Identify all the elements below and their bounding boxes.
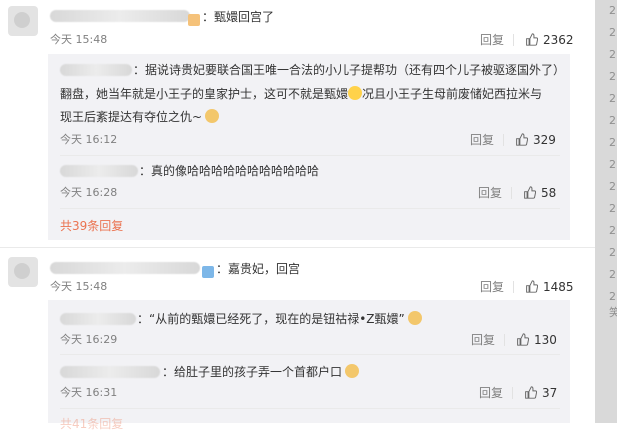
view-more-replies-link[interactable]: 共41条回复 [60, 417, 123, 431]
strip-item: 2 [609, 48, 616, 61]
sub-reply-text: ：“从前的甄嬛已经死了，现在的是钮祜禄•Z甄嬛” [137, 311, 422, 327]
username-redacted[interactable] [50, 10, 190, 22]
reply-button[interactable]: 回复 [479, 386, 503, 400]
comment-text: ：甄嬛回宫了 [202, 10, 275, 24]
thumbs-up-icon [526, 33, 539, 46]
divider [60, 155, 560, 156]
strip-item: 2 [609, 202, 616, 215]
separator [513, 34, 514, 46]
like-button[interactable]: 37 [524, 386, 557, 400]
divider [60, 354, 560, 355]
like-button[interactable]: 329 [515, 133, 556, 147]
thumbs-up-icon [516, 133, 529, 146]
comment-time: 今天 15:48 [50, 33, 108, 46]
like-count: 1485 [543, 280, 574, 294]
separator [511, 187, 512, 199]
thumbs-up-icon [524, 186, 537, 199]
sub-reply-panel [48, 54, 570, 240]
reply-button[interactable]: 回复 [471, 333, 495, 347]
reply-button[interactable]: 回复 [480, 280, 504, 294]
sub-reply-text-line3: 现王后紊提达有夺位之仇~ [60, 109, 220, 125]
sub-reply-text: ：真的像哈哈哈哈哈哈哈哈哈哈哈 [139, 164, 320, 178]
strip-item: 2 [609, 224, 616, 237]
like-count: 37 [542, 386, 558, 400]
separator [513, 281, 514, 293]
sub-reply-time: 今天 16:12 [60, 133, 118, 146]
username-redacted[interactable] [60, 366, 160, 378]
thumbs-up-icon [525, 386, 538, 399]
strip-item: 2 [609, 26, 616, 39]
member-badge-icon [188, 10, 200, 29]
strip-item: 2 [609, 92, 616, 105]
sub-reply-text-line2: 翻盘，她当年就是小王子的皇家护士，这可不就是甄嬛 况且小王子生母前废储妃西拉米与 [60, 86, 543, 101]
strip-item: 笑 [609, 306, 617, 319]
doge-emoji-icon [345, 364, 360, 378]
reply-button[interactable]: 回复 [470, 133, 494, 147]
reply-button[interactable]: 回复 [478, 186, 502, 200]
strip-item: 2 [609, 290, 616, 303]
separator [503, 134, 504, 146]
separator [512, 387, 513, 399]
comment-time: 今天 15:48 [50, 280, 108, 293]
strip-item: 2 [609, 136, 616, 149]
sub-reply-time: 今天 16:31 [60, 386, 118, 399]
avatar[interactable] [8, 6, 38, 36]
username-redacted[interactable] [60, 165, 138, 177]
avatar[interactable] [8, 257, 38, 287]
sub-reply-text: ：据说诗贵妃要联合国王唯一合法的小儿子提帮功（还有四个儿子被驱逐国外了） [133, 63, 566, 77]
username-redacted[interactable] [60, 313, 136, 325]
strip-item: 2 [609, 268, 616, 281]
divider [60, 208, 560, 209]
member-badge-icon [202, 262, 214, 281]
strip-item: 2 [609, 246, 616, 259]
sub-reply-text: ：给肚子里的孩子弄一个首都户口 [162, 364, 360, 380]
strip-item: 2 [609, 180, 616, 193]
like-count: 58 [541, 186, 557, 200]
like-count: 2362 [543, 33, 574, 47]
reply-button[interactable]: 回复 [480, 33, 504, 47]
sub-reply-time: 今天 16:29 [60, 333, 118, 346]
strip-item: 2 [609, 4, 616, 17]
separator [504, 334, 505, 346]
like-button[interactable]: 1485 [525, 280, 574, 294]
doge-emoji-icon [205, 109, 220, 123]
strip-item: 2 [609, 114, 616, 127]
crying-emoji-icon [348, 86, 363, 100]
thumbs-up-icon [517, 333, 530, 346]
like-count: 329 [533, 133, 556, 147]
username-redacted[interactable] [50, 262, 200, 274]
view-more-replies-link[interactable]: 共39条回复 [60, 219, 123, 233]
username-redacted[interactable] [60, 64, 132, 76]
like-button[interactable]: 58 [523, 186, 556, 200]
divider [60, 408, 560, 409]
strip-item: 2 [609, 158, 616, 171]
sub-reply-time: 今天 16:28 [60, 186, 118, 199]
doge-emoji-icon [407, 311, 422, 325]
like-button[interactable]: 2362 [525, 33, 574, 47]
like-button[interactable]: 130 [516, 333, 557, 347]
comment-divider [0, 247, 595, 248]
thumbs-up-icon [526, 280, 539, 293]
comment-text: ：嘉贵妃，回宫 [216, 262, 301, 276]
strip-item: 2 [609, 70, 616, 83]
like-count: 130 [534, 333, 557, 347]
